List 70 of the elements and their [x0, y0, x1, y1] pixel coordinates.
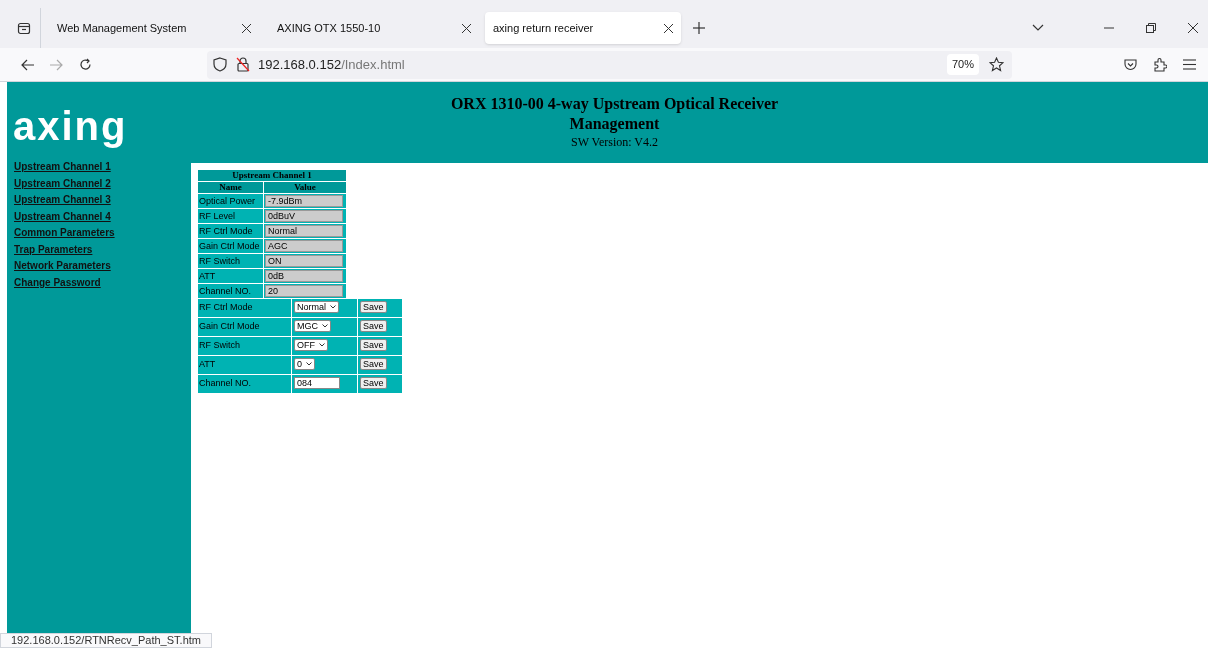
star-icon[interactable] [989, 57, 1004, 72]
browser-tab[interactable]: axing return receiver [485, 12, 681, 44]
table-cell: ATT [198, 356, 291, 374]
save-button[interactable]: Save [360, 377, 387, 390]
logo: axing [13, 102, 128, 146]
page-title: ORX 1310-00 4-way Upstream Optical Receiver Management [449, 94, 780, 134]
link-preview: 192.168.0.152/RTNRecv_Path_ST.htm [0, 633, 212, 648]
new-tab-icon[interactable] [693, 22, 705, 34]
nav-link[interactable]: Upstream Channel 2 [14, 175, 111, 192]
table-cell: Gain Ctrl Mode [198, 239, 263, 253]
close-tab-icon[interactable] [664, 23, 673, 33]
tab-list-icon[interactable] [16, 21, 31, 35]
value-field: 0dBuV [265, 210, 343, 222]
save-button[interactable]: Save [360, 339, 387, 352]
value-field: 0dB [265, 270, 343, 282]
nav-link[interactable]: Upstream Channel 4 [14, 208, 111, 225]
chevron-down-icon [330, 305, 336, 310]
reload-icon[interactable] [79, 58, 92, 71]
close-icon[interactable] [1188, 23, 1198, 33]
table-cell: ATT [198, 269, 263, 283]
table-cell: RF Level [198, 209, 263, 223]
close-tab-icon[interactable] [242, 23, 251, 33]
forward-icon [49, 58, 63, 71]
value-field: 20 [265, 285, 343, 297]
shield-icon[interactable] [213, 57, 227, 72]
column-header: Name [198, 182, 263, 193]
version-text: SW Version: V4.2 [571, 134, 658, 150]
value-field: -7.9dBm [265, 195, 343, 207]
zoom-level-button[interactable]: 70% [946, 54, 979, 75]
insecure-lock-icon[interactable] [236, 57, 250, 72]
table-title: Upstream Channel 1 [198, 170, 346, 181]
pocket-icon[interactable] [1124, 58, 1137, 71]
column-header: Value [264, 182, 346, 193]
nav-link[interactable]: Change Password [14, 274, 101, 291]
dropdown[interactable]: OFF [294, 339, 328, 352]
dropdown[interactable]: 0 [294, 358, 315, 371]
save-button[interactable]: Save [360, 320, 387, 333]
value-field: AGC [265, 240, 343, 252]
table-cell: RF Switch [198, 254, 263, 268]
table-cell: RF Switch [198, 337, 291, 355]
table-cell: Channel NO. [198, 375, 291, 393]
input-field[interactable]: 084 [294, 377, 340, 390]
table-cell: RF Ctrl Mode [198, 224, 263, 238]
table-cell: Optical Power [198, 194, 263, 208]
nav-link[interactable]: Upstream Channel 1 [14, 159, 111, 176]
menu-icon[interactable] [1183, 59, 1196, 70]
address-field[interactable]: 192.168.0.152/Index.html [258, 54, 947, 75]
chevron-down-icon [306, 362, 312, 367]
close-tab-icon[interactable] [462, 23, 471, 33]
dropdown[interactable]: MGC [294, 320, 331, 333]
nav-link[interactable]: Network Parameters [14, 258, 111, 275]
chevron-down-icon [319, 343, 325, 348]
restore-icon[interactable] [1146, 23, 1156, 33]
nav-link[interactable]: Upstream Channel 3 [14, 192, 111, 209]
browser-tab[interactable]: Web Management System [45, 12, 263, 44]
table-cell: RF Ctrl Mode [198, 299, 291, 317]
value-field: Normal [265, 225, 343, 237]
browser-tab[interactable]: AXING OTX 1550-10 [265, 12, 483, 44]
save-button[interactable]: Save [360, 301, 387, 314]
back-icon[interactable] [21, 58, 35, 71]
nav-link[interactable]: Trap Parameters [14, 241, 93, 258]
table-cell: Gain Ctrl Mode [198, 318, 291, 336]
dropdown[interactable]: Normal [294, 301, 339, 314]
table-cell: Channel NO. [198, 284, 263, 298]
save-button[interactable]: Save [360, 358, 387, 371]
value-field: ON [265, 255, 343, 267]
chevron-down-icon [322, 324, 328, 329]
extensions-icon[interactable] [1153, 57, 1167, 72]
chevron-down-icon[interactable] [1032, 24, 1044, 32]
nav-link[interactable]: Common Parameters [14, 225, 115, 242]
